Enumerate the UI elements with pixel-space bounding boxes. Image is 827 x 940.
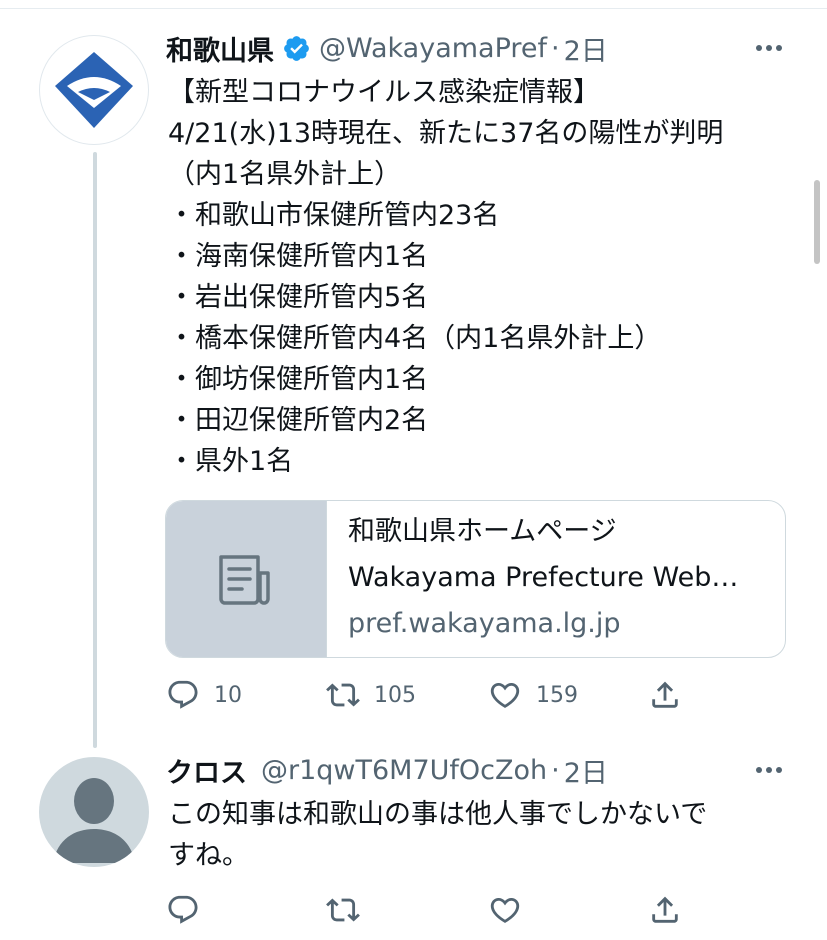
separator-dot: · — [551, 754, 560, 786]
tweet-line: この知事は和歌山の事は他人事でしかないで — [168, 799, 708, 830]
tweet-text: この知事は和歌山の事は他人事でしかないで すね。 — [168, 794, 707, 876]
timestamp[interactable]: 2日 — [564, 751, 608, 790]
reply-icon — [168, 680, 198, 709]
retweet-count: 105 — [374, 682, 416, 708]
default-avatar-icon — [53, 778, 135, 863]
retweet-button[interactable]: 105 — [326, 675, 416, 715]
like-icon — [490, 897, 520, 923]
like-button[interactable]: 159 — [488, 675, 578, 715]
tweet-line: すね。 — [168, 840, 249, 871]
card-text: 和歌山県ホームページ Wakayama Prefecture Web… pref… — [348, 509, 769, 647]
separator-dot: · — [551, 32, 560, 64]
scrollbar[interactable] — [814, 180, 820, 264]
author-name[interactable]: クロス — [166, 751, 247, 790]
tweet-line: 4/21(水)13時現在、新たに37名の陽性が判明 — [168, 118, 724, 149]
more-icon[interactable] — [754, 38, 784, 58]
like-button[interactable] — [488, 890, 522, 930]
tweet-header: 和歌山県 @WakayamaPref · 2日 — [166, 28, 608, 68]
share-icon — [652, 896, 678, 923]
retweet-button[interactable] — [326, 890, 360, 930]
retweet-icon — [326, 683, 360, 707]
tweet-line: ・和歌山市保健所管内23名 — [168, 200, 500, 231]
share-button[interactable] — [648, 890, 682, 930]
tweet-text: 【新型コロナウイルス感染症情報】 4/21(水)13時現在、新たに37名の陽性が… — [168, 72, 723, 482]
tweet-line: （内1名県外計上） — [168, 159, 402, 190]
tweet-line: 【新型コロナウイルス感染症情報】 — [168, 77, 600, 108]
card-title-jp: 和歌山県ホームページ — [348, 516, 617, 547]
card-thumbnail — [166, 501, 327, 657]
reply-button[interactable] — [166, 890, 200, 930]
like-count: 159 — [536, 682, 578, 708]
document-icon — [219, 555, 270, 605]
tweet-line: ・県外1名 — [168, 446, 294, 477]
more-icon[interactable] — [754, 760, 784, 780]
reply-button[interactable]: 10 — [166, 675, 242, 715]
share-button[interactable] — [648, 675, 682, 715]
timestamp[interactable]: 2日 — [564, 29, 608, 68]
top-divider — [0, 8, 827, 9]
reply-count: 10 — [214, 682, 242, 708]
tweet-actions: 10 105 159 — [166, 675, 706, 715]
verified-badge-icon — [282, 34, 311, 63]
author-name[interactable]: 和歌山県 — [166, 29, 274, 68]
tweet-line: ・御坊保健所管内1名 — [168, 364, 429, 395]
tweet-header: クロス @r1qwT6M7UfOcZoh · 2日 — [166, 750, 608, 790]
tweet-line: ・田辺保健所管内2名 — [168, 405, 429, 436]
author-handle[interactable]: @r1qwT6M7UfOcZoh — [261, 755, 547, 786]
card-domain: pref.wakayama.lg.jp — [348, 608, 621, 639]
wakayama-logo-icon — [55, 52, 133, 128]
avatar-default[interactable] — [39, 757, 149, 867]
tweet-line: ・岩出保健所管内5名 — [168, 282, 429, 313]
author-handle[interactable]: @WakayamaPref — [319, 33, 547, 64]
tweet-line: ・海南保健所管内1名 — [168, 241, 429, 272]
link-card[interactable]: 和歌山県ホームページ Wakayama Prefecture Web… pref… — [165, 500, 786, 658]
thread-line — [93, 152, 97, 748]
tweet-actions — [166, 890, 706, 930]
card-title-en: Wakayama Prefecture Web… — [348, 562, 739, 593]
retweet-icon — [326, 898, 360, 922]
share-icon — [652, 681, 678, 708]
tweet-line: ・橋本保健所管内4名（内1名県外計上） — [168, 323, 662, 354]
like-icon — [490, 682, 520, 708]
reply-icon — [168, 895, 198, 924]
avatar-wakayama[interactable] — [39, 35, 149, 145]
